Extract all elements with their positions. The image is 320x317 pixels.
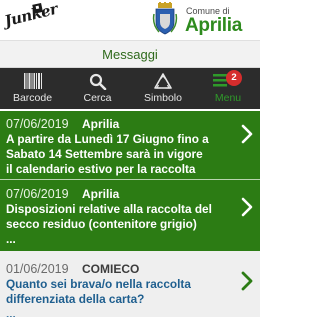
- message-sender: Aprilia: [82, 187, 120, 201]
- search-icon: [89, 73, 106, 90]
- nav-item-simbolo[interactable]: Simbolo: [130, 68, 196, 109]
- message-preview-line: Disposizioni relative alla raccolta del: [6, 202, 212, 216]
- message-item[interactable]: 01/06/2019 COMIECO Quanto sei brava/o ne…: [0, 251, 260, 317]
- message-preview-line: Quanto sei brava/o nella raccolta: [6, 277, 191, 291]
- message-date: 07/06/2019: [6, 117, 69, 131]
- chevron-right-icon: [241, 271, 253, 291]
- nav-item-cerca[interactable]: Cerca: [65, 68, 130, 109]
- chevron-right-icon: [241, 197, 253, 217]
- nav-label-barcode: Barcode: [12, 92, 53, 104]
- message-preview-line: A partire da Lunedì 17 Giugno fino a: [6, 132, 209, 146]
- junker-logo-text: Junker: [2, 0, 60, 31]
- message-date: 07/06/2019: [6, 187, 69, 201]
- message-preview-line: differenziata della carta?: [6, 292, 145, 306]
- message-preview-line: Sabato 14 Settembre sarà in vigore: [6, 147, 203, 161]
- message-preview: Quanto sei brava/o nella raccolta differ…: [6, 277, 230, 317]
- nav-label-simbolo: Simbolo: [144, 92, 182, 104]
- app-header: Junker Comune di Aprilia: [0, 0, 260, 40]
- message-preview-line: ...: [6, 232, 16, 246]
- menu-notification-badge: 2: [226, 70, 242, 86]
- message-preview-line: secco residuo (contenitore grigio): [6, 217, 197, 231]
- nav-item-barcode[interactable]: Barcode: [0, 68, 65, 109]
- nav-bar: Barcode Cerca Simbolo Menu: [0, 68, 260, 109]
- nav-label-menu: Menu: [214, 92, 242, 104]
- chevron-right-icon: [241, 124, 253, 144]
- message-preview-line: ...: [6, 307, 16, 317]
- message-preview: Disposizioni relative alla raccolta del …: [6, 202, 230, 247]
- message-item[interactable]: 07/06/2019 Aprilia Disposizioni relative…: [0, 180, 260, 251]
- city-name: Aprilia: [185, 15, 243, 36]
- message-date: 01/06/2019: [6, 262, 69, 276]
- municipal-crest-icon: [152, 2, 178, 35]
- page-title: Messaggi: [102, 47, 158, 62]
- title-bar: Messaggi: [0, 40, 260, 68]
- recycle-icon: [154, 73, 172, 89]
- junker-logo-mark-icon: [32, 3, 43, 14]
- barcode-icon: [23, 73, 42, 89]
- message-sender: COMIECO: [82, 262, 140, 276]
- junker-logo: Junker: [2, 0, 60, 36]
- message-sender: Aprilia: [82, 117, 120, 131]
- nav-label-cerca: Cerca: [83, 92, 112, 104]
- message-item[interactable]: 07/06/2019 Aprilia A partire da Lunedì 1…: [0, 111, 260, 191]
